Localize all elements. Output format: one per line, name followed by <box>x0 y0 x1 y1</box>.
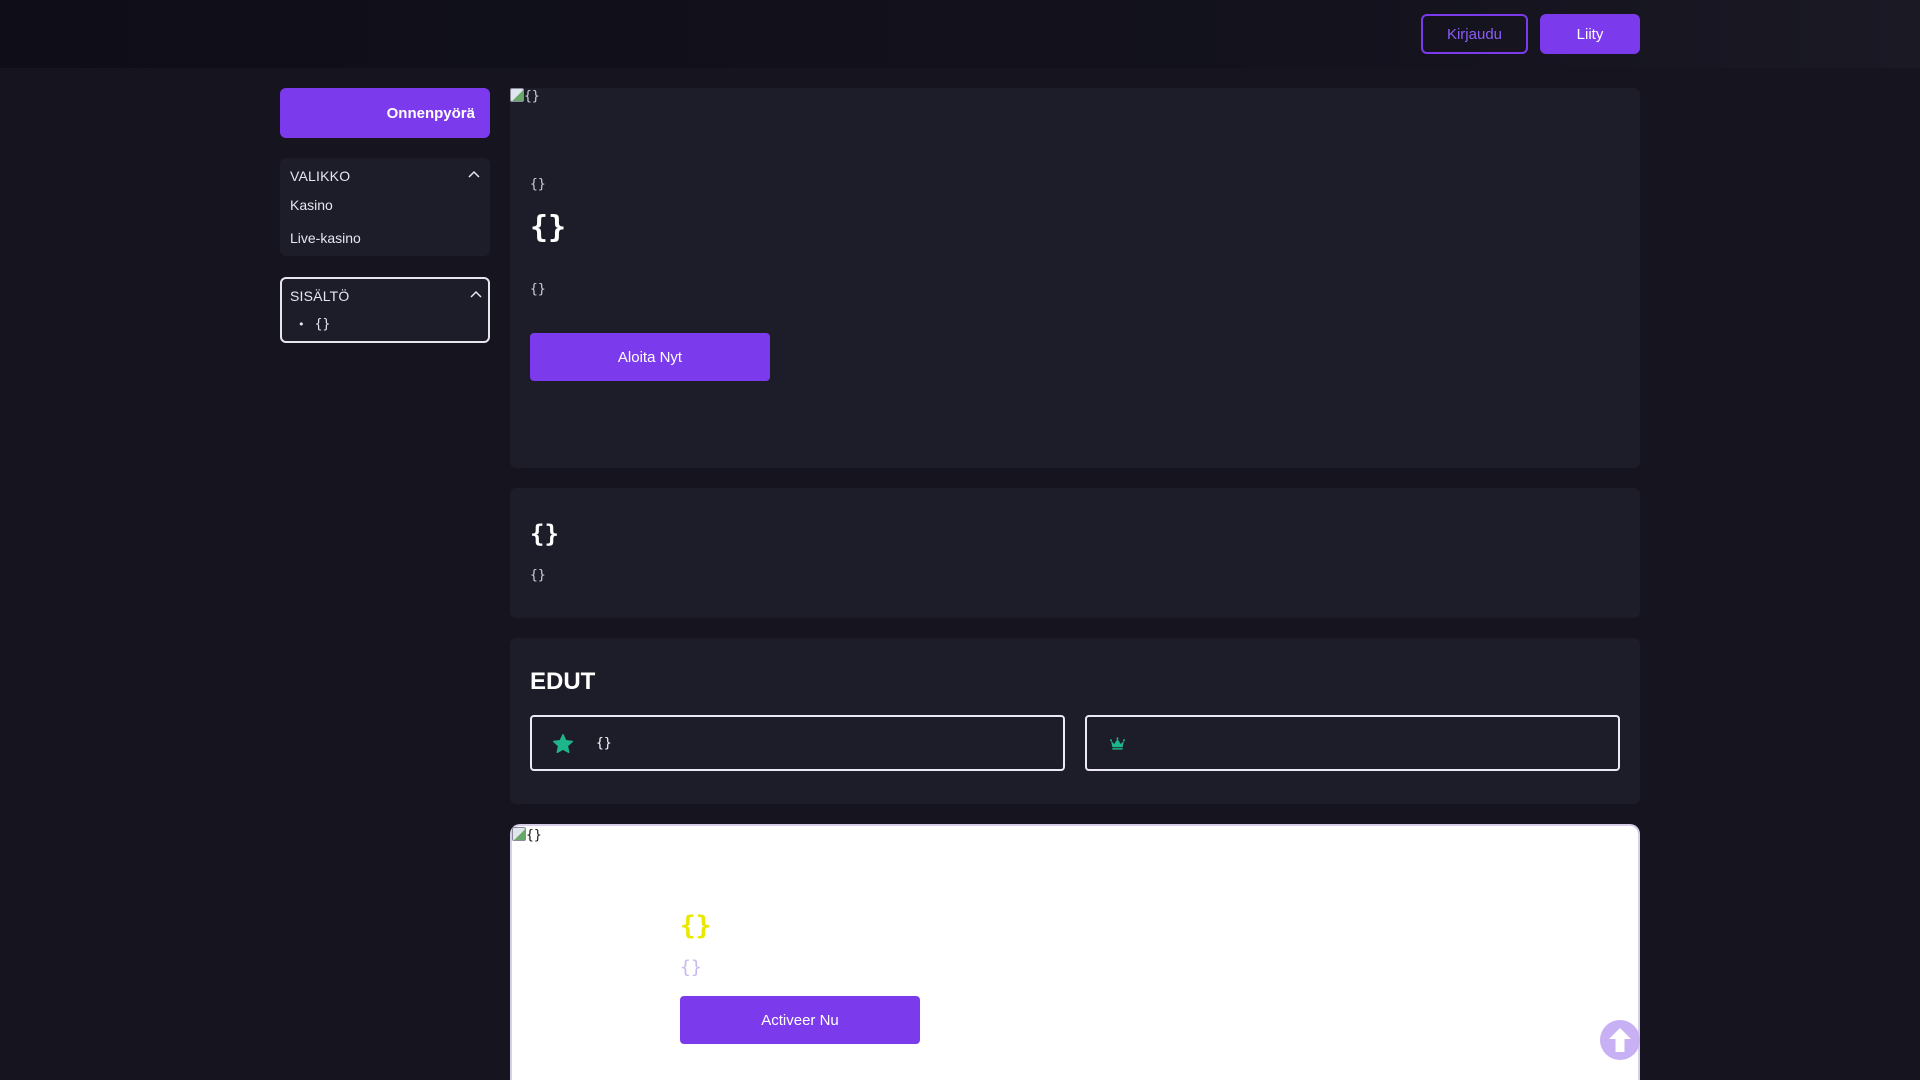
arrow-up-icon <box>1609 1028 1631 1052</box>
start-now-button[interactable]: Aloita Nyt <box>530 333 770 381</box>
promo-image: {} <box>512 827 542 843</box>
hero-image-alt: {} <box>524 89 540 104</box>
activate-now-button[interactable]: Activeer Nu <box>680 996 920 1044</box>
benefits-section: EDUT {} <box>510 638 1640 804</box>
broken-image-icon <box>510 88 524 102</box>
menu-item-live-casino[interactable]: Live-kasino <box>290 230 361 246</box>
wheel-of-fortune-button[interactable]: Onnenpyörä <box>280 88 490 138</box>
crown-icon <box>1110 737 1125 750</box>
intro-title: {} <box>530 520 559 548</box>
hero-image: {} <box>510 88 540 104</box>
hero-description: {} <box>530 282 546 297</box>
promo-title: {} <box>680 911 712 941</box>
star-icon <box>552 733 574 754</box>
broken-image-icon <box>512 827 526 841</box>
benefit-card <box>1085 715 1620 771</box>
contents-header[interactable]: SISÄLTÖ <box>290 288 350 304</box>
benefit-card: {} <box>530 715 1065 771</box>
chevron-up-icon[interactable] <box>468 170 480 178</box>
promo-image-alt: {} <box>526 828 542 843</box>
promo-banner: {} {} {} Activeer Nu <box>510 824 1640 1080</box>
join-button[interactable]: Liity <box>1540 14 1640 54</box>
intro-text: {} <box>530 568 546 583</box>
scroll-to-top-button[interactable] <box>1600 1020 1640 1060</box>
promo-subtitle: {} <box>680 957 702 978</box>
hero-subtitle: {} <box>530 177 546 192</box>
benefits-title: EDUT <box>530 668 596 695</box>
chevron-up-icon[interactable] <box>470 290 482 298</box>
hero-banner: {} {} {} {} Aloita Nyt <box>510 88 1640 468</box>
table-of-contents: SISÄLTÖ {} <box>280 277 490 343</box>
intro-section: {} {} <box>510 488 1640 618</box>
hero-title: {} <box>530 210 567 245</box>
contents-item[interactable]: {} <box>298 317 331 332</box>
wheel-of-fortune-label: Onnenpyörä <box>386 104 475 122</box>
benefit-text: {} <box>596 736 612 751</box>
menu-header[interactable]: VALIKKO <box>290 168 350 184</box>
top-bar: Kirjaudu Liity <box>0 0 1920 68</box>
menu-section: VALIKKO Kasino Live-kasino <box>280 158 490 256</box>
login-button[interactable]: Kirjaudu <box>1421 14 1528 54</box>
menu-item-casino[interactable]: Kasino <box>290 197 333 213</box>
